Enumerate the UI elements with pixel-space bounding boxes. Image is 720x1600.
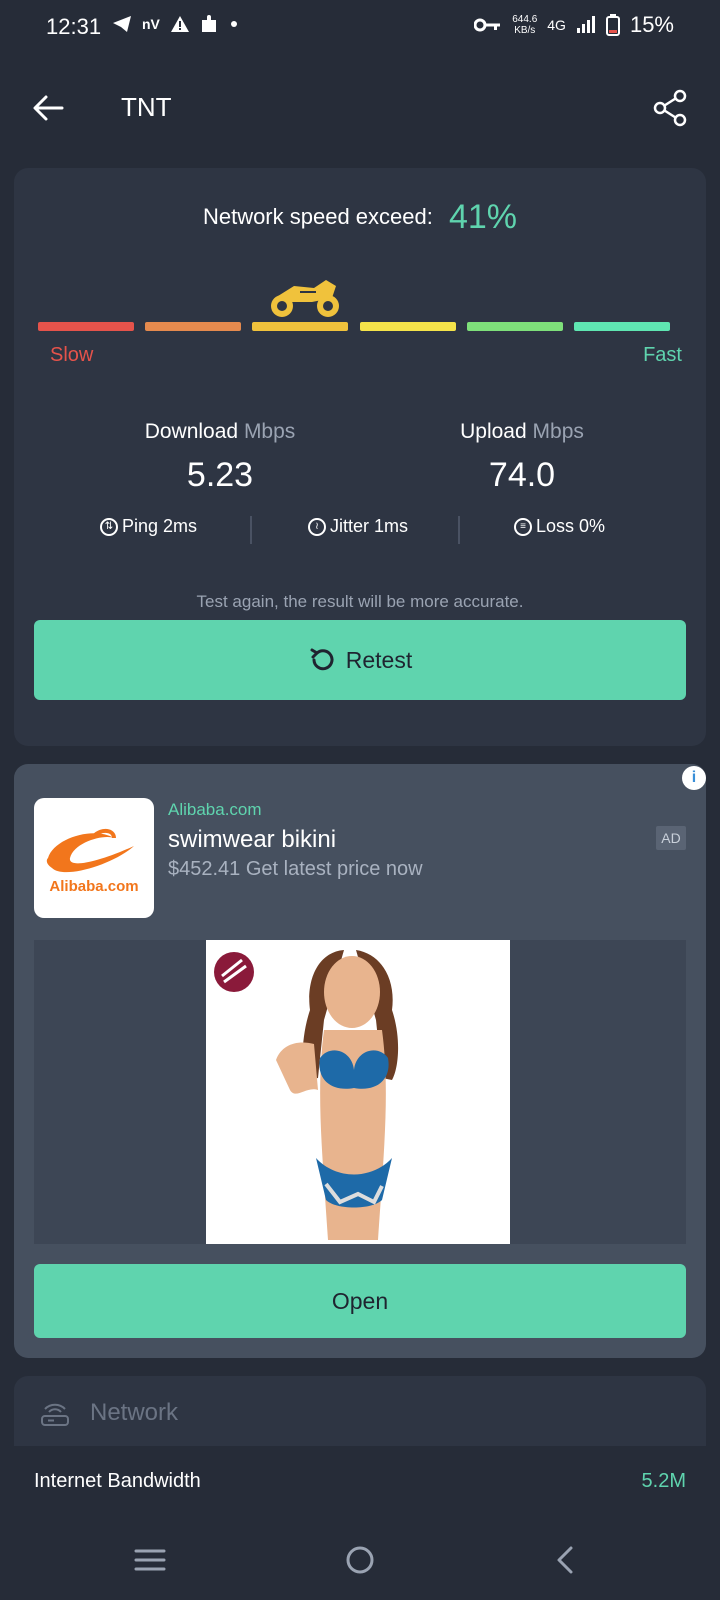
loss-stat: ≡ Loss 0% (514, 516, 605, 537)
upload-unit: Mbps (532, 420, 584, 443)
status-time: 12:31 (46, 14, 102, 39)
system-nav-bar (0, 1520, 720, 1600)
net-speed-unit: KB/s (514, 25, 536, 36)
signal-icon (576, 16, 595, 33)
gauge-segment-2 (145, 322, 241, 331)
telegram-icon (113, 16, 131, 32)
back-arrow-icon[interactable] (28, 88, 68, 128)
network-row-label: Internet Bandwidth (34, 1470, 201, 1492)
page-title: TNT (121, 92, 172, 122)
stats-row: ⇅ Ping 2ms ≀ Jitter 1ms ≡ Loss 0% (14, 516, 706, 546)
loss-icon: ≡ (514, 517, 532, 536)
jitter-icon: ≀ (308, 517, 326, 536)
ad-info-icon[interactable]: i (682, 766, 706, 790)
network-header: Network (40, 1398, 178, 1428)
recent-apps-icon[interactable] (130, 1540, 170, 1580)
ad-badge: AD (656, 826, 686, 850)
upload-value: 74.0 (488, 456, 556, 494)
ad-subtitle: $452.41 Get latest price now (168, 858, 423, 880)
gauge-segment-1 (38, 322, 134, 331)
ad-title[interactable]: swimwear bikini (168, 826, 336, 854)
ad-open-button[interactable]: Open (34, 1264, 686, 1338)
alibaba-logo-icon (46, 829, 134, 873)
ad-source[interactable]: Alibaba.com (168, 800, 262, 820)
download-metric: Download Mbps 5.23 (70, 420, 370, 495)
upload-metric: Upload Mbps 74.0 (372, 420, 672, 495)
status-bar: 12:31 nV 644.6 KB/s 4G 15% (0, 0, 720, 56)
slow-label: Slow (50, 344, 94, 366)
ad-card[interactable]: i Alibaba.com Alibaba.com swimwear bikin… (14, 764, 706, 1358)
download-value: 5.23 (186, 456, 254, 494)
share-icon[interactable] (650, 88, 690, 128)
exceed-label: Network speed exceed: (202, 204, 433, 229)
network-header-label: Network (90, 1399, 179, 1426)
vpn-key-icon (474, 18, 501, 32)
gauge-segment-4 (360, 322, 456, 331)
retest-hint: Test again, the result will be more accu… (196, 592, 524, 611)
retest-label: Retest (345, 646, 413, 673)
status-glyphs: nV (142, 16, 160, 32)
fast-label: Fast (643, 344, 682, 366)
network-row-value: 5.2M (641, 1470, 686, 1492)
gauge-segment-3 (252, 322, 348, 331)
ad-image-area[interactable] (34, 940, 686, 1244)
upload-label: Upload (460, 420, 527, 443)
puzzle-icon (201, 15, 216, 32)
motorcycle-icon (271, 280, 339, 317)
net-speed: 644.6 KB/s (512, 14, 537, 36)
network-card: Network Internet Bandwidth 5.2M (14, 1376, 706, 1520)
jitter-stat: ≀ Jitter 1ms (308, 516, 408, 537)
net-speed-value: 644.6 (512, 14, 538, 25)
router-icon (41, 1403, 69, 1426)
ping-stat: ⇅ Ping 2ms (100, 516, 197, 537)
alibaba-logo-text: Alibaba.com (49, 878, 139, 895)
stat-divider (250, 516, 252, 544)
ping-icon: ⇅ (100, 517, 118, 536)
home-icon[interactable] (340, 1540, 380, 1580)
stat-divider (458, 516, 460, 544)
refresh-icon (310, 648, 334, 671)
warning-icon (170, 16, 189, 32)
nav-back-icon[interactable] (546, 1540, 586, 1580)
product-photo-icon (214, 950, 399, 1240)
dot-icon (230, 21, 237, 27)
status-notification-icons: nV (112, 14, 238, 34)
loss-text: Loss 0% (536, 516, 606, 536)
download-unit: Mbps (243, 420, 296, 443)
exceed-value: 41% (448, 198, 518, 236)
speed-exceed: Network speed exceed: 41% (14, 198, 706, 237)
speed-result-card: Network speed exceed: 41% Slow Fast Down… (14, 168, 706, 746)
advertiser-logo[interactable]: Alibaba.com (34, 798, 154, 918)
ping-text: Ping 2ms (122, 516, 198, 536)
battery-icon (605, 14, 620, 36)
retest-button[interactable]: Retest (34, 620, 686, 700)
app-bar: TNT (0, 60, 720, 150)
gauge-segment-5 (467, 322, 563, 331)
network-row: Internet Bandwidth 5.2M (14, 1446, 706, 1520)
gauge-segment-6 (574, 322, 670, 331)
download-label: Download (144, 420, 239, 443)
status-system-icons: 644.6 KB/s 4G 15% (474, 12, 674, 38)
network-type: 4G (547, 17, 566, 33)
ad-product-image[interactable] (206, 940, 510, 1244)
jitter-text: Jitter 1ms (330, 516, 409, 536)
battery-percent: 15% (629, 12, 674, 37)
